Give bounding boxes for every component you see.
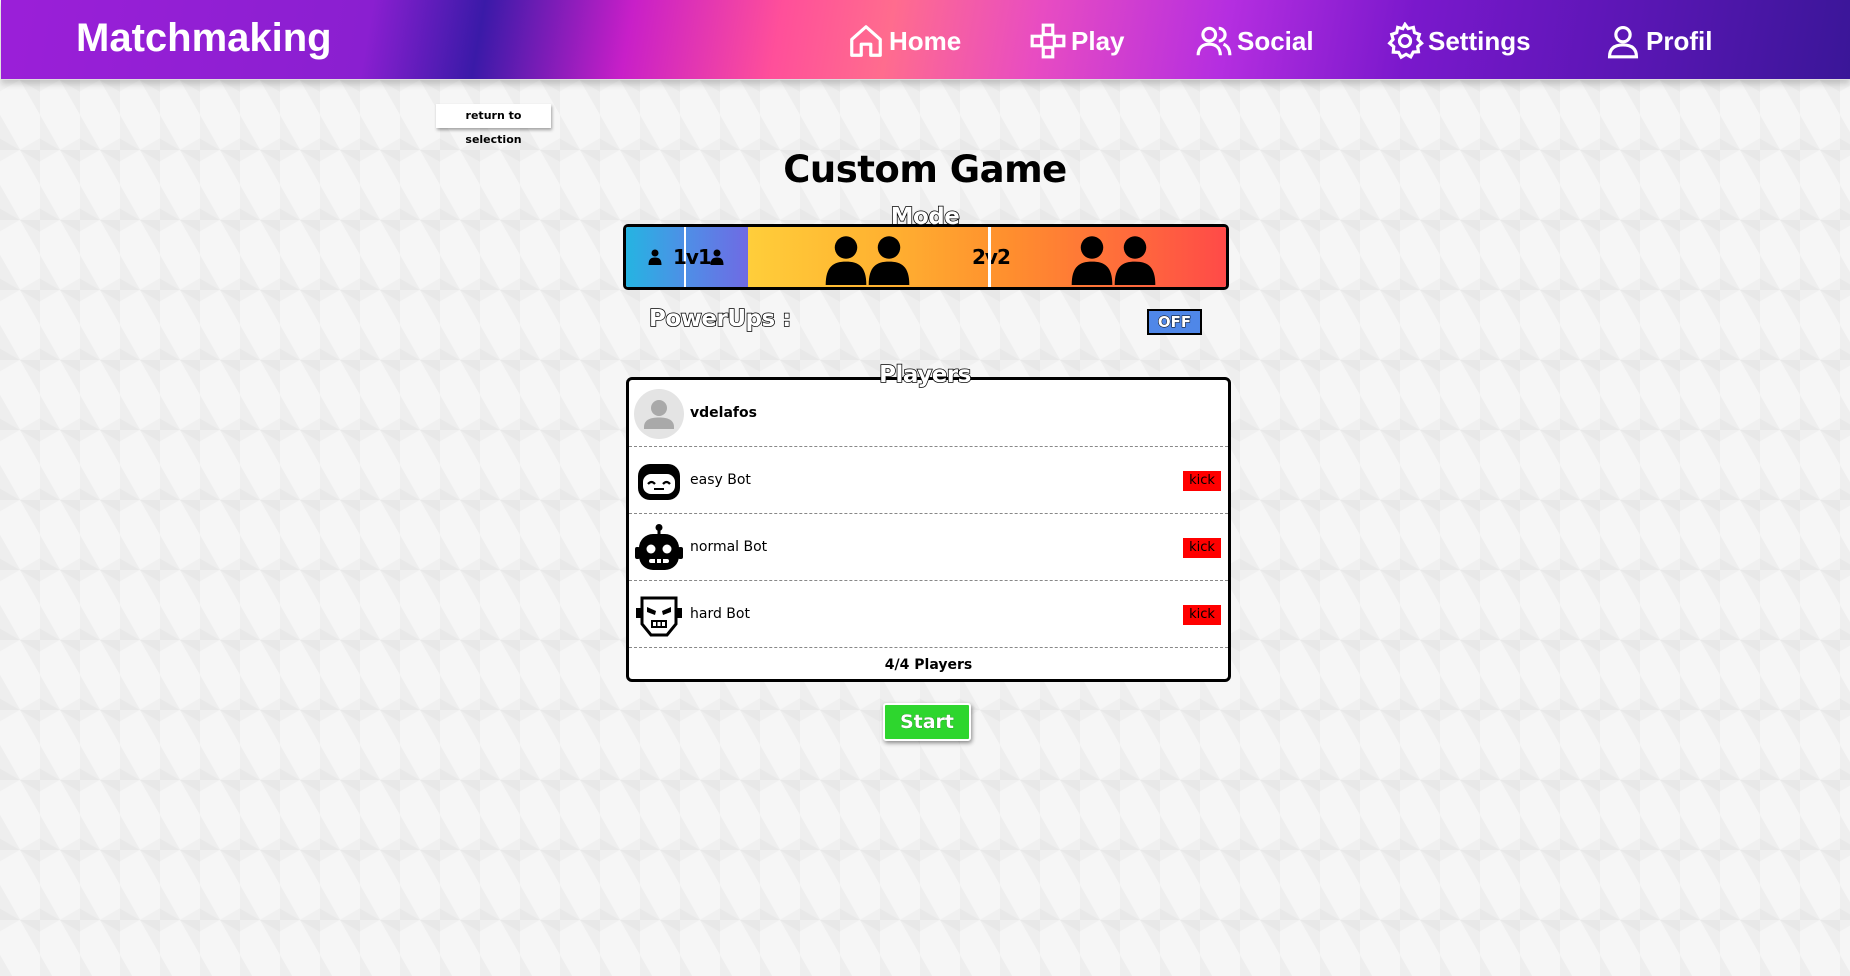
home-icon bbox=[850, 25, 882, 57]
nav-profil-label: Profil bbox=[1646, 25, 1713, 56]
nav-play[interactable]: Play bbox=[1029, 20, 1125, 62]
nav-settings-label: Settings bbox=[1428, 25, 1531, 56]
person-icon bbox=[1071, 236, 1113, 285]
normal-bot-icon bbox=[635, 524, 683, 570]
player-row: easy Bot kick bbox=[629, 447, 1228, 514]
nav-settings[interactable]: Settings bbox=[1386, 20, 1531, 62]
player-name: easy Bot bbox=[690, 472, 751, 488]
person-icon bbox=[1114, 236, 1156, 285]
powerups-toggle[interactable]: OFF bbox=[1147, 309, 1202, 335]
kick-button[interactable]: kick bbox=[1183, 538, 1221, 558]
default-avatar-icon bbox=[634, 389, 684, 439]
gear-icon bbox=[1387, 22, 1424, 60]
users-icon bbox=[1196, 26, 1232, 56]
kick-button[interactable]: kick bbox=[1183, 471, 1221, 491]
player-name: hard Bot bbox=[690, 606, 750, 622]
page-title: Custom Game bbox=[783, 148, 1067, 191]
player-name: vdelafos bbox=[690, 405, 757, 421]
gamepad-icon bbox=[1030, 23, 1066, 59]
player-row: normal Bot kick bbox=[629, 514, 1228, 581]
mode-divider bbox=[988, 227, 991, 287]
brand-title[interactable]: Matchmaking bbox=[76, 16, 332, 61]
kick-button[interactable]: kick bbox=[1183, 605, 1221, 625]
nav-home[interactable]: Home bbox=[847, 20, 961, 62]
person-icon bbox=[648, 249, 662, 265]
players-list: vdelafos easy Bot kick normal Bot kick h… bbox=[626, 377, 1231, 682]
nav-social-label: Social bbox=[1237, 25, 1314, 56]
mode-1v1-label: 1v1 bbox=[673, 245, 712, 269]
person-icon bbox=[825, 236, 867, 285]
return-to-selection-button[interactable]: return to selection bbox=[436, 104, 551, 146]
easy-bot-icon bbox=[638, 464, 680, 500]
mode-label: Mode bbox=[890, 203, 961, 231]
powerups-label: PowerUps : bbox=[648, 305, 792, 333]
person-icon bbox=[710, 249, 724, 265]
nav-home-label: Home bbox=[889, 25, 962, 56]
nav-play-label: Play bbox=[1071, 25, 1125, 56]
player-name: normal Bot bbox=[690, 539, 768, 555]
start-button[interactable]: Start bbox=[883, 703, 971, 741]
navbar: Matchmaking Home Play Social Settings Pr… bbox=[1, 0, 1850, 80]
nav-profil[interactable]: Profil bbox=[1604, 20, 1712, 62]
nav-social[interactable]: Social bbox=[1195, 20, 1314, 62]
mode-option-1v1[interactable]: 1v1 bbox=[626, 227, 748, 287]
user-icon bbox=[1607, 25, 1639, 59]
players-label: Players bbox=[878, 361, 972, 389]
person-icon bbox=[868, 236, 910, 285]
player-row: hard Bot kick bbox=[629, 581, 1228, 648]
players-count: 4/4 Players bbox=[884, 657, 973, 673]
player-row: vdelafos bbox=[629, 380, 1228, 447]
mode-option-2v2[interactable]: 2v2 bbox=[748, 227, 1226, 287]
hard-bot-icon bbox=[636, 596, 682, 637]
mode-selector: 1v1 2v2 bbox=[623, 224, 1229, 290]
